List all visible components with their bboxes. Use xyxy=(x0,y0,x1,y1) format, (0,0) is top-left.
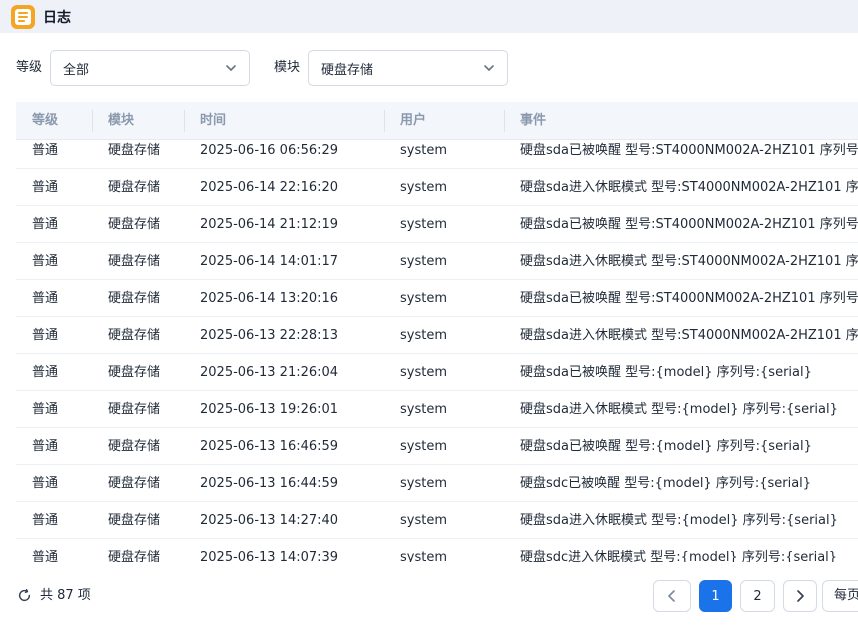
table-footer: 共 87 项 1 2 每页 xyxy=(0,578,858,614)
cell-time: 2025-06-13 21:26:04 xyxy=(200,365,339,380)
chevron-down-icon xyxy=(484,65,494,71)
filter-bar: 等级 全部 模块 硬盘存储 xyxy=(0,50,858,86)
cell-time: 2025-06-14 14:01:17 xyxy=(200,254,339,269)
cell-level: 普通 xyxy=(32,439,59,454)
cell-module: 硬盘存储 xyxy=(108,365,161,380)
cell-user: system xyxy=(400,291,447,306)
cell-event: 硬盘sda已被唤醒 型号:ST4000NM002A-2HZ101 序列号 xyxy=(520,217,858,232)
cell-user: system xyxy=(400,217,447,232)
next-page-button[interactable] xyxy=(783,580,817,612)
level-select[interactable]: 全部 xyxy=(50,50,250,86)
cell-user: system xyxy=(400,513,447,528)
column-divider xyxy=(504,110,505,132)
cell-event: 硬盘sda已被唤醒 型号:{model} 序列号:{serial} xyxy=(520,439,812,454)
cell-module: 硬盘存储 xyxy=(108,254,161,269)
table-row[interactable]: 普通 硬盘存储 2025-06-13 14:07:39 system 硬盘sdc进入休眠… xyxy=(16,539,858,562)
cell-event: 硬盘sda已被唤醒 型号:ST4000NM002A-2HZ101 序列号 xyxy=(520,291,858,306)
page-button-1[interactable]: 1 xyxy=(699,580,732,612)
module-filter-label: 模块 xyxy=(274,60,301,75)
level-select-value: 全部 xyxy=(63,62,90,78)
cell-event: 硬盘sda进入休眠模式 型号:{model} 序列号:{serial} xyxy=(520,402,838,417)
column-header-time[interactable]: 时间 xyxy=(200,102,226,140)
chevron-down-icon xyxy=(226,65,236,71)
cell-level: 普通 xyxy=(32,180,59,195)
table-row[interactable]: 普通 硬盘存储 2025-06-14 22:16:20 system 硬盘sda进入休眠… xyxy=(16,169,858,206)
total-count: 共 87 项 xyxy=(40,588,91,603)
log-icon xyxy=(11,4,35,29)
cell-user: system xyxy=(400,328,447,343)
table-row[interactable]: 普通 硬盘存储 2025-06-13 22:28:13 system 硬盘sda进入休眠… xyxy=(16,317,858,354)
cell-time: 2025-06-13 16:46:59 xyxy=(200,439,339,454)
cell-level: 普通 xyxy=(32,365,59,380)
table-row[interactable]: 普通 硬盘存储 2025-06-13 16:44:59 system 硬盘sdc已被唤醒… xyxy=(16,465,858,502)
table-header: 等级 模块 时间 用户 事件 xyxy=(16,102,858,140)
cell-level: 普通 xyxy=(32,254,59,269)
cell-user: system xyxy=(400,254,447,269)
cell-module: 硬盘存储 xyxy=(108,550,161,562)
column-header-module[interactable]: 模块 xyxy=(108,102,134,140)
table-row[interactable]: 普通 硬盘存储 2025-06-13 14:27:40 system 硬盘sda进入休眠… xyxy=(16,502,858,539)
cell-user: system xyxy=(400,180,447,195)
cell-time: 2025-06-13 19:26:01 xyxy=(200,402,339,417)
chevron-right-icon xyxy=(797,590,804,602)
cell-user: system xyxy=(400,550,447,562)
module-select[interactable]: 硬盘存储 xyxy=(308,50,508,86)
cell-time: 2025-06-14 13:20:16 xyxy=(200,291,339,306)
cell-time: 2025-06-13 14:27:40 xyxy=(200,513,339,528)
column-header-event[interactable]: 事件 xyxy=(520,102,546,140)
cell-module: 硬盘存储 xyxy=(108,328,161,343)
cell-level: 普通 xyxy=(32,550,59,562)
column-divider xyxy=(384,110,385,132)
page-button-2[interactable]: 2 xyxy=(740,580,775,612)
cell-event: 硬盘sda进入休眠模式 型号:ST4000NM002A-2HZ101 序 xyxy=(520,328,858,343)
column-header-user[interactable]: 用户 xyxy=(400,102,426,140)
prev-page-button[interactable] xyxy=(653,580,691,612)
cell-level: 普通 xyxy=(32,513,59,528)
cell-time: 2025-06-13 16:44:59 xyxy=(200,476,339,491)
column-header-level[interactable]: 等级 xyxy=(32,102,58,140)
cell-user: system xyxy=(400,365,447,380)
table-row[interactable]: 普通 硬盘存储 2025-06-13 21:26:04 system 硬盘sda已被唤醒… xyxy=(16,354,858,391)
cell-level: 普通 xyxy=(32,217,59,232)
cell-time: 2025-06-13 14:07:39 xyxy=(200,550,339,562)
cell-module: 硬盘存储 xyxy=(108,402,161,417)
cell-user: system xyxy=(400,439,447,454)
column-divider xyxy=(92,110,93,132)
cell-user: system xyxy=(400,402,447,417)
cell-time: 2025-06-14 22:16:20 xyxy=(200,180,339,195)
level-filter-label: 等级 xyxy=(16,60,43,75)
title-bar: 日志 xyxy=(0,0,858,33)
log-table[interactable]: 等级 模块 时间 用户 事件 普通 硬盘存储 2025-06-16 06:56:29… xyxy=(16,102,858,562)
cell-event: 硬盘sda进入休眠模式 型号:ST4000NM002A-2HZ101 序 xyxy=(520,254,858,269)
cell-module: 硬盘存储 xyxy=(108,513,161,528)
chevron-left-icon xyxy=(668,590,675,602)
cell-module: 硬盘存储 xyxy=(108,476,161,491)
table-row[interactable]: 普通 硬盘存储 2025-06-14 21:12:19 system 硬盘sda已被唤醒… xyxy=(16,206,858,243)
cell-module: 硬盘存储 xyxy=(108,439,161,454)
cell-user: system xyxy=(400,476,447,491)
cell-event: 硬盘sdc进入休眠模式 型号:{model} 序列号:{serial} xyxy=(520,550,838,562)
cell-time: 2025-06-13 22:28:13 xyxy=(200,328,339,343)
cell-event: 硬盘sda进入休眠模式 型号:{model} 序列号:{serial} xyxy=(520,513,838,528)
refresh-icon[interactable] xyxy=(17,588,32,603)
page-size-select[interactable]: 每页 xyxy=(822,580,858,612)
cell-level: 普通 xyxy=(32,291,59,306)
table-row[interactable]: 普通 硬盘存储 2025-06-13 16:46:59 system 硬盘sda已被唤醒… xyxy=(16,428,858,465)
cell-module: 硬盘存储 xyxy=(108,291,161,306)
column-divider xyxy=(184,110,185,132)
table-row[interactable]: 普通 硬盘存储 2025-06-13 19:26:01 system 硬盘sda进入休眠… xyxy=(16,391,858,428)
cell-module: 硬盘存储 xyxy=(108,180,161,195)
cell-event: 硬盘sdc已被唤醒 型号:{model} 序列号:{serial} xyxy=(520,476,812,491)
cell-level: 普通 xyxy=(32,328,59,343)
cell-module: 硬盘存储 xyxy=(108,217,161,232)
cell-event: 硬盘sda进入休眠模式 型号:ST4000NM002A-2HZ101 序 xyxy=(520,180,858,195)
cell-level: 普通 xyxy=(32,476,59,491)
window-title: 日志 xyxy=(43,9,71,26)
table-row[interactable]: 普通 硬盘存储 2025-06-14 13:20:16 system 硬盘sda已被唤醒… xyxy=(16,280,858,317)
module-select-value: 硬盘存储 xyxy=(321,62,374,78)
cell-event: 硬盘sda已被唤醒 型号:{model} 序列号:{serial} xyxy=(520,365,812,380)
cell-time: 2025-06-14 21:12:19 xyxy=(200,217,339,232)
table-row[interactable]: 普通 硬盘存储 2025-06-14 14:01:17 system 硬盘sda进入休眠… xyxy=(16,243,858,280)
cell-level: 普通 xyxy=(32,402,59,417)
